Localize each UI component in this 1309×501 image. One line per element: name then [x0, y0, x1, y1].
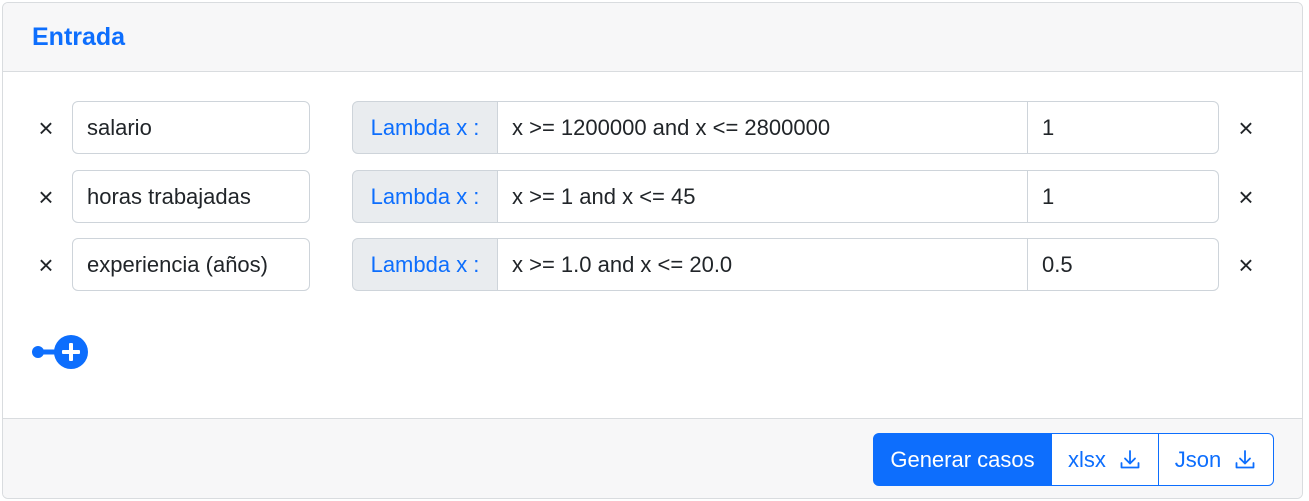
variable-row: × horas trabajadas Lambda x : x >= 1 and…: [3, 170, 1302, 225]
card-title: Entrada: [32, 22, 126, 51]
card-footer: Generar casos xlsx Json: [3, 418, 1302, 498]
generate-cases-button[interactable]: Generar casos: [873, 433, 1052, 486]
remove-row-left-close-icon[interactable]: ×: [31, 113, 61, 143]
variable-name-input[interactable]: horas trabajadas: [72, 170, 310, 223]
lambda-prefix: Lambda x :: [352, 238, 498, 291]
action-button-group: Generar casos xlsx Json: [873, 433, 1274, 486]
step-input[interactable]: 0.5: [1028, 238, 1219, 291]
download-json-button[interactable]: Json: [1159, 433, 1274, 486]
download-xlsx-button[interactable]: xlsx: [1052, 433, 1159, 486]
add-row-button[interactable]: [31, 334, 93, 370]
variable-row: × experiencia (años) Lambda x : x >= 1.0…: [3, 238, 1302, 293]
lambda-expression-input[interactable]: x >= 1 and x <= 45: [498, 170, 1028, 223]
lambda-prefix: Lambda x :: [352, 101, 498, 154]
xlsx-label: xlsx: [1068, 446, 1106, 472]
lambda-input-group: Lambda x : x >= 1200000 and x <= 2800000…: [352, 101, 1219, 154]
variable-name-input[interactable]: salario: [72, 101, 310, 154]
json-label: Json: [1174, 446, 1222, 472]
card-header: Entrada: [3, 3, 1302, 72]
input-card: Entrada × salario Lambda x : x >= 120000…: [2, 2, 1303, 499]
remove-row-right-close-icon[interactable]: ×: [1231, 182, 1261, 212]
generate-cases-label: Generar casos: [890, 446, 1035, 472]
download-icon: [1235, 449, 1255, 468]
variable-row: × salario Lambda x : x >= 1200000 and x …: [3, 101, 1302, 156]
download-icon: [1120, 449, 1140, 468]
step-input[interactable]: 1: [1028, 170, 1219, 223]
lambda-input-group: Lambda x : x >= 1 and x <= 45 1: [352, 170, 1219, 223]
remove-row-right-close-icon[interactable]: ×: [1231, 250, 1261, 280]
lambda-expression-input[interactable]: x >= 1.0 and x <= 20.0: [498, 238, 1028, 291]
remove-row-right-close-icon[interactable]: ×: [1231, 113, 1261, 143]
lambda-input-group: Lambda x : x >= 1.0 and x <= 20.0 0.5: [352, 238, 1219, 291]
add-circle-icon: [32, 335, 88, 369]
remove-row-left-close-icon[interactable]: ×: [31, 250, 61, 280]
variable-name-input[interactable]: experiencia (años): [72, 238, 310, 291]
remove-row-left-close-icon[interactable]: ×: [31, 182, 61, 212]
lambda-prefix: Lambda x :: [352, 170, 498, 223]
step-input[interactable]: 1: [1028, 101, 1219, 154]
lambda-expression-input[interactable]: x >= 1200000 and x <= 2800000: [498, 101, 1028, 154]
